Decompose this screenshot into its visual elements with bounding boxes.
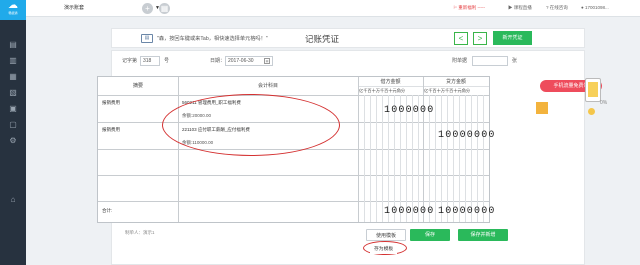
sidebar: ☁ 畅捷通 ▤ ▥ ▦ ▧ ▣ ▢ ⚙ ⌂: [0, 0, 26, 265]
logo-text: 畅捷通: [8, 11, 18, 15]
document-icon[interactable]: ▤: [8, 40, 18, 50]
coin-icon: [588, 108, 595, 115]
word-number-input[interactable]: 318: [140, 56, 160, 66]
course-link[interactable]: ▶ 课程直播: [508, 3, 532, 13]
phone-icon: [585, 78, 601, 102]
attach-label: 附单据: [452, 58, 468, 64]
calculator-icon[interactable]: ▤: [141, 34, 153, 43]
row2-credit[interactable]: 10000000: [438, 130, 496, 142]
word-label: 记字第: [122, 58, 138, 64]
promo-ad[interactable]: 手机流量免费领 0%: [530, 78, 620, 135]
user-menu[interactable]: ● 17001098...: [581, 3, 609, 13]
ledger-icon[interactable]: ▥: [8, 56, 18, 66]
save-button[interactable]: 保存: [410, 229, 450, 241]
date-input[interactable]: 2017-06-30 ▦: [225, 56, 273, 66]
col-summary-header: 摘要: [132, 83, 143, 89]
book-icon[interactable]: ▧: [8, 88, 18, 98]
save-as-template-item[interactable]: 存为模板: [370, 246, 398, 254]
calendar-icon[interactable]: ▣: [8, 104, 18, 114]
debit-digit-units: 亿千百十万千百十元角分: [359, 88, 406, 93]
use-template-button[interactable]: 使用模板: [366, 229, 406, 241]
row1-debit[interactable]: 1000000: [384, 105, 434, 117]
total-credit: 10000000: [438, 206, 496, 217]
number-suffix: 号: [164, 58, 170, 64]
promo-pct: 0%: [600, 100, 608, 106]
chart-icon[interactable]: ▦: [8, 72, 18, 82]
logo[interactable]: ☁ 畅捷通: [0, 0, 26, 20]
calendar-picker-icon[interactable]: ▦: [264, 58, 270, 64]
total-debit: 1000000: [384, 206, 435, 217]
new-voucher-button[interactable]: 新开凭证: [493, 31, 532, 45]
online-link[interactable]: ? 在线咨询: [546, 3, 568, 13]
account-name: 演示账套: [64, 5, 85, 11]
grid-icon[interactable]: ▦: [159, 3, 170, 14]
tip-text: "森，按回车键或来Tab，相快速选择单元格吗！": [157, 36, 268, 42]
maker-label: 制单人：演示1: [125, 230, 155, 235]
next-button[interactable]: >: [473, 32, 487, 45]
attach-suffix: 张: [512, 58, 518, 64]
cloud-logo-icon: ☁: [8, 0, 18, 11]
total-label: 合计:: [102, 208, 113, 213]
credit-digit-units: 亿千百十万千百十元角分: [424, 88, 471, 93]
row1-summary[interactable]: 报销费用: [102, 99, 120, 107]
col-account-header: 会计科目: [257, 83, 278, 89]
gift-box-icon: [536, 102, 548, 114]
col-debit-header: 借方金额: [380, 79, 401, 85]
date-label: 日期：: [210, 58, 226, 64]
page-title: 记账凭证: [305, 34, 340, 44]
invoice-icon[interactable]: ▢: [8, 120, 18, 130]
add-icon[interactable]: +: [142, 3, 153, 14]
voucher-header: ▤ "森，按回车键或来Tab，相快速选择单元格吗！" 记账凭证 < > 新开凭证: [111, 28, 585, 48]
gift-icon[interactable]: ⌂: [8, 195, 18, 205]
top-bar: 演示账套 ▼ + ▦ ⚐ 重新福利 ----- ▶ 课程直播 ? 在线咨询 ● …: [26, 0, 640, 17]
row2-summary[interactable]: 报销费用: [102, 126, 120, 134]
attach-count-input[interactable]: [472, 56, 508, 66]
annotation-ellipse: [162, 94, 340, 156]
prev-button[interactable]: <: [454, 32, 468, 45]
col-credit-header: 贷方金额: [445, 79, 466, 85]
alert-link[interactable]: ⚐ 重新福利 -----: [453, 3, 485, 13]
settings-icon[interactable]: ⚙: [8, 136, 18, 146]
save-new-button[interactable]: 保存并新增: [458, 229, 508, 241]
